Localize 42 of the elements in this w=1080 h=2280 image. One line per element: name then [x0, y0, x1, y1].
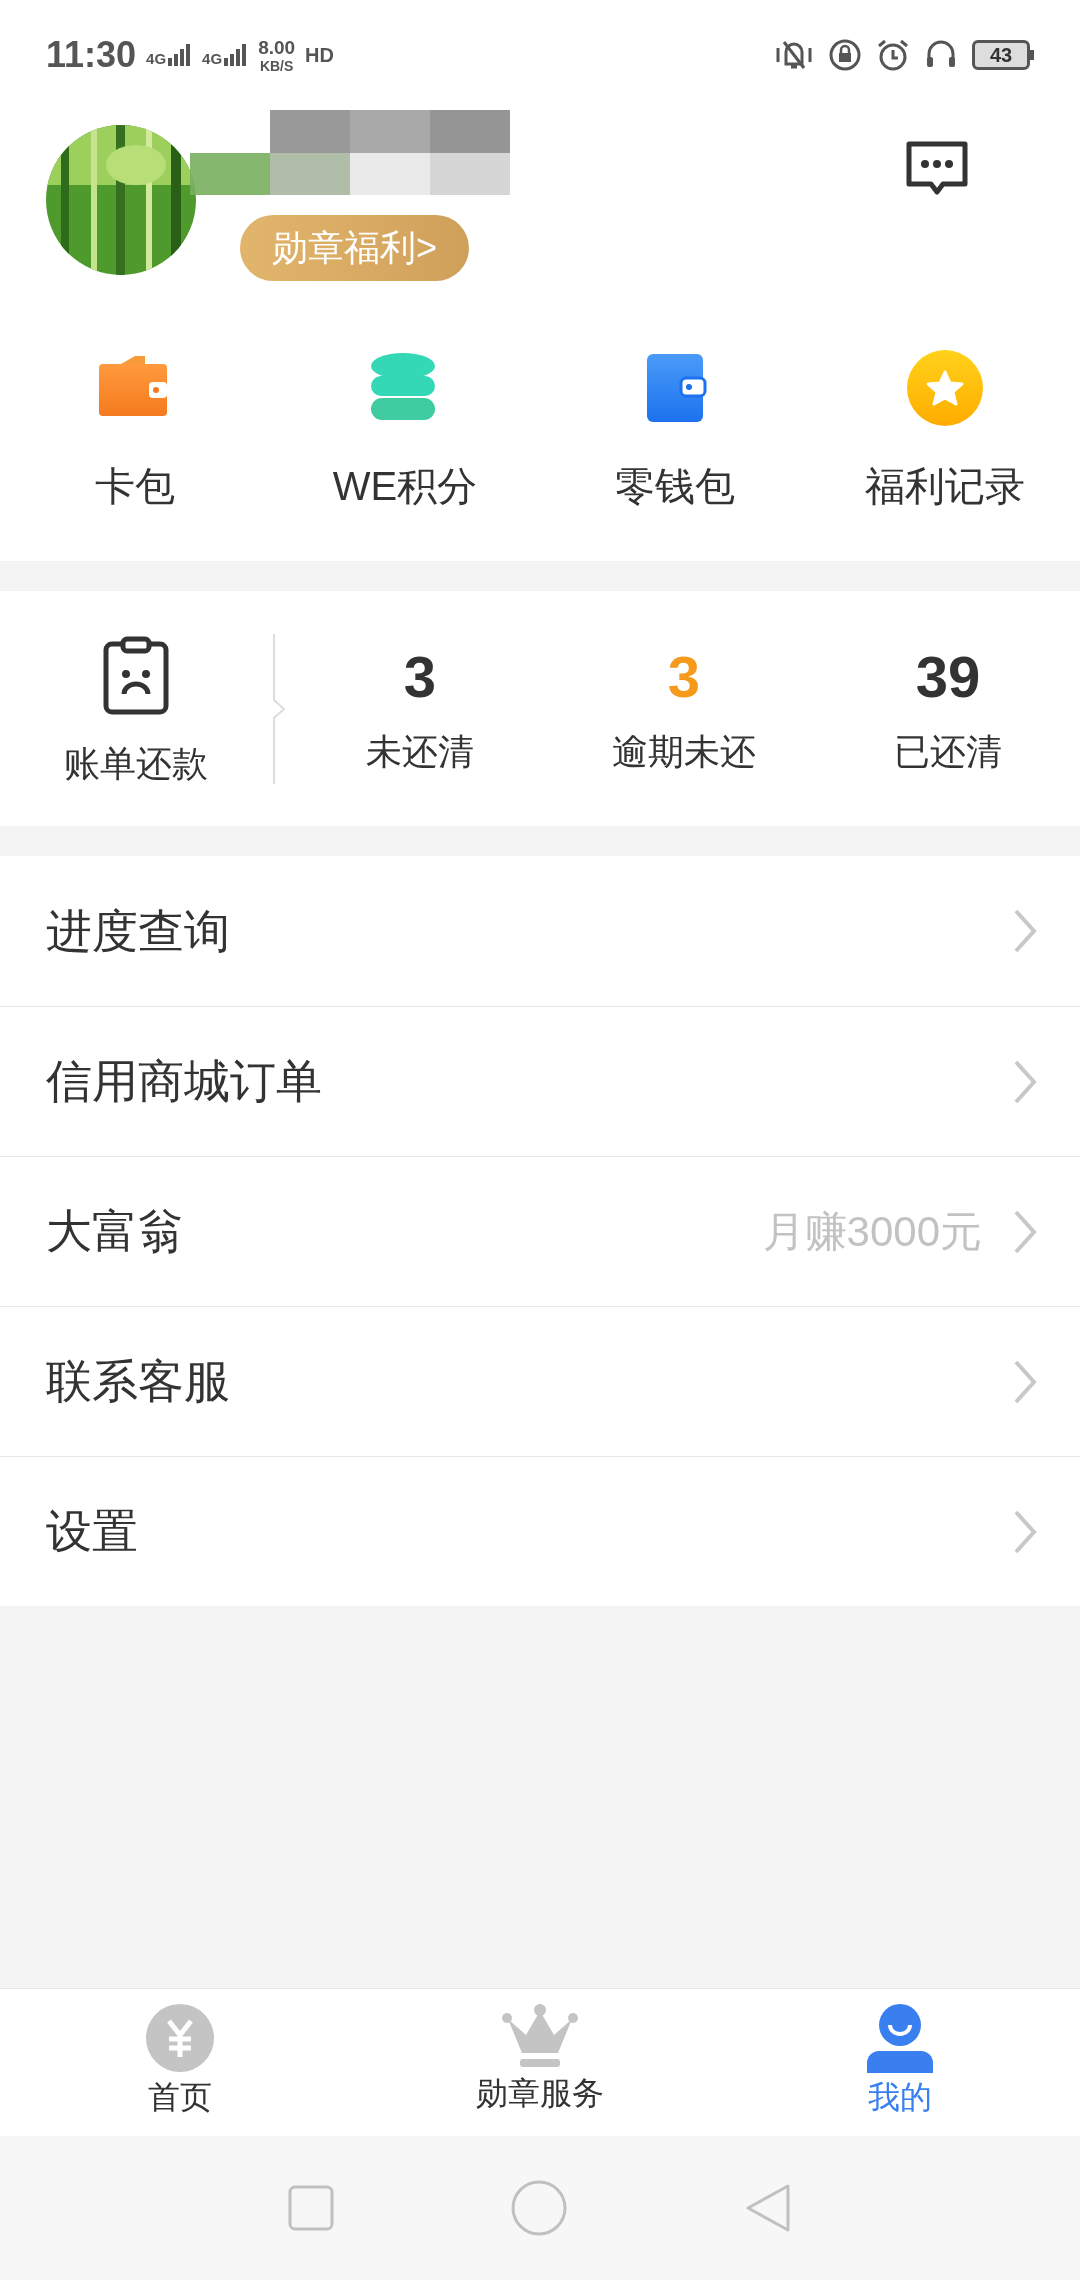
menu-item[interactable]: 进度查询	[0, 856, 1080, 1006]
home-button[interactable]	[511, 2180, 567, 2236]
shortcut-button[interactable]: 福利记录	[810, 348, 1080, 506]
tab-button[interactable]: 勋章服务	[360, 1989, 720, 2136]
menu-label: 设置	[46, 1504, 139, 1559]
menu-hint: 月赚3000元	[762, 1207, 982, 1257]
network-speed: 8.00	[258, 37, 296, 57]
bill-stat-button[interactable]: 39 已还清	[816, 647, 1080, 770]
yen-coin-icon	[145, 2003, 215, 2073]
menu-label: 大富翁	[46, 1204, 185, 1259]
shortcut-button[interactable]: WE积分	[270, 348, 540, 506]
menu-label: 进度查询	[46, 903, 231, 959]
menu-item[interactable]: 联系客服	[0, 1306, 1080, 1456]
speed-unit: KB/S	[259, 58, 294, 73]
signal-icon	[168, 44, 193, 66]
muted-bell-icon	[774, 38, 814, 72]
signal-icon	[224, 44, 249, 66]
menu-item[interactable]: 设置	[0, 1456, 1080, 1606]
recents-button[interactable]	[288, 2185, 335, 2231]
tab-button[interactable]: 首页	[0, 1989, 360, 2136]
network-label: 4G	[202, 51, 223, 66]
hd-label: HD	[305, 43, 334, 68]
menu-item[interactable]: 大富翁 月赚3000元	[0, 1156, 1080, 1306]
bill-stat-button[interactable]: 3 未还清	[288, 647, 552, 770]
shortcut-button[interactable]: 零钱包	[540, 348, 810, 506]
sad-clipboard-icon	[101, 635, 171, 716]
alarm-icon	[876, 38, 910, 72]
battery-level: 43	[989, 45, 1013, 65]
menu-label: 信用商城订单	[46, 1054, 323, 1109]
message-icon[interactable]	[906, 141, 968, 195]
tab-button[interactable]: 我的	[720, 1989, 1080, 2136]
status-time: 11:30	[46, 33, 137, 77]
star-coin-icon	[905, 348, 985, 428]
rotation-lock-icon	[828, 38, 862, 72]
bill-stat-button[interactable]: 3 逾期未还	[552, 647, 816, 770]
crown-icon	[502, 2003, 578, 2069]
bill-repayment-button[interactable]: 账单还款	[0, 635, 272, 782]
person-icon	[865, 2003, 935, 2073]
menu-label: 联系客服	[46, 1354, 231, 1409]
menu-item[interactable]: 信用商城订单	[0, 1006, 1080, 1156]
shortcut-button[interactable]: 卡包	[0, 348, 270, 506]
network-label: 4G	[146, 51, 167, 66]
